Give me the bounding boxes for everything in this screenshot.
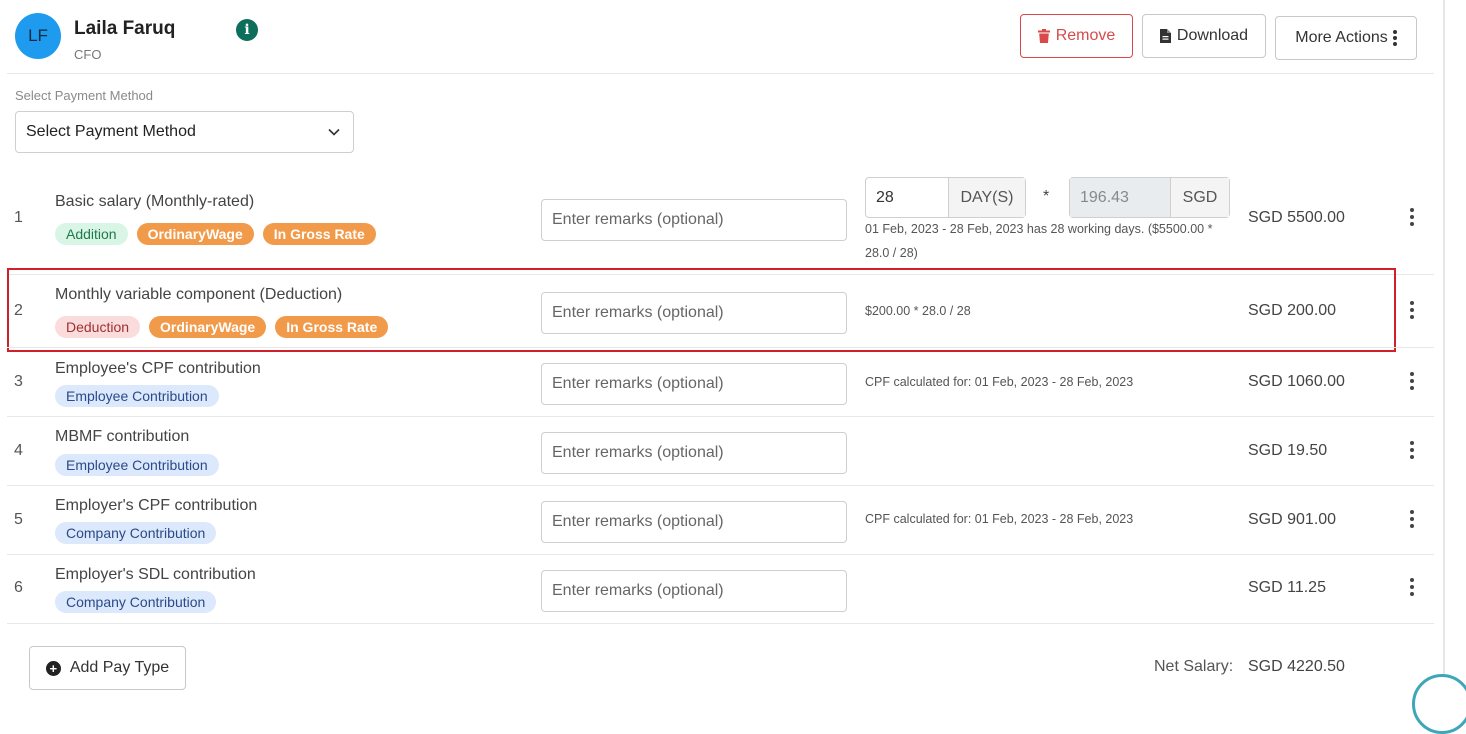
kebab-vertical-icon xyxy=(1392,30,1397,46)
pay-item-tags: Employee Contribution xyxy=(55,385,219,407)
help-widget-icon[interactable] xyxy=(1412,674,1466,734)
tag-employee-contribution: Employee Contribution xyxy=(55,385,219,407)
net-salary-label: Net Salary: xyxy=(1154,658,1234,675)
pay-item-tags: Addition OrdinaryWage In Gross Rate xyxy=(55,223,376,245)
plus-circle-icon: + xyxy=(45,660,61,676)
trash-icon xyxy=(1037,29,1050,43)
row-number: 3 xyxy=(14,373,23,390)
pay-item-name: Employer's CPF contribution xyxy=(55,497,258,514)
pay-item-name: Employer's SDL contribution xyxy=(55,566,256,583)
tag-company-contribution: Company Contribution xyxy=(55,591,217,613)
pay-item-amount: SGD 1060.00 xyxy=(1248,373,1345,390)
calculation-note: CPF calculated for: 01 Feb, 2023 - 28 Fe… xyxy=(865,512,1134,526)
remove-button[interactable]: Remove xyxy=(1020,14,1133,58)
remarks-input[interactable] xyxy=(541,363,847,405)
info-icon[interactable]: i xyxy=(236,19,258,41)
rate-unit: SGD xyxy=(1171,178,1229,217)
row-divider xyxy=(7,416,1434,417)
row-menu-button[interactable] xyxy=(1406,441,1418,459)
add-pay-type-label: Add Pay Type xyxy=(69,659,170,676)
calculation-note: CPF calculated for: 01 Feb, 2023 - 28 Fe… xyxy=(865,375,1134,389)
pay-item-tags: Company Contribution xyxy=(55,591,217,613)
calculation-note-line: 28.0 / 28) xyxy=(865,246,918,260)
remarks-input[interactable] xyxy=(541,432,847,474)
selected-row-highlight xyxy=(7,268,1396,352)
payment-method-value: Select Payment Method xyxy=(26,123,196,140)
row-number: 6 xyxy=(14,579,23,596)
row-divider xyxy=(7,623,1434,624)
pay-item-tags: Employee Contribution xyxy=(55,454,219,476)
add-pay-type-button[interactable]: + Add Pay Type xyxy=(29,646,186,690)
tag-employee-contribution: Employee Contribution xyxy=(55,454,219,476)
net-salary-value: SGD 4220.50 xyxy=(1248,658,1345,675)
download-button[interactable]: Download xyxy=(1142,14,1266,58)
remarks-input[interactable] xyxy=(541,199,847,241)
row-menu-button[interactable] xyxy=(1406,301,1418,319)
remove-label: Remove xyxy=(1055,27,1116,44)
days-input[interactable]: 28 xyxy=(866,178,949,217)
avatar: LF xyxy=(15,13,61,59)
pay-item-name: Basic salary (Monthly-rated) xyxy=(55,193,255,210)
pay-item-name: Employee's CPF contribution xyxy=(55,360,261,377)
row-divider xyxy=(7,554,1434,555)
calculation-note-line: 01 Feb, 2023 - 28 Feb, 2023 has 28 worki… xyxy=(865,222,1213,236)
days-unit: DAY(S) xyxy=(949,178,1025,217)
remarks-input[interactable] xyxy=(541,570,847,612)
payment-method-select[interactable]: Select Payment Method xyxy=(15,111,354,153)
payment-method-label: Select Payment Method xyxy=(15,88,154,103)
panel-right-gutter xyxy=(1445,0,1466,696)
pay-item-name: MBMF contribution xyxy=(55,428,190,445)
row-divider xyxy=(7,347,1434,348)
employee-role: CFO xyxy=(74,47,102,62)
tag-in-gross-rate: In Gross Rate xyxy=(262,223,376,245)
tag-addition: Addition xyxy=(55,223,128,245)
pay-item-amount: SGD 11.25 xyxy=(1248,579,1326,596)
row-menu-button[interactable] xyxy=(1406,510,1418,528)
tag-ordinary-wage: OrdinaryWage xyxy=(136,223,254,245)
header-divider xyxy=(7,73,1434,74)
download-label: Download xyxy=(1176,27,1249,44)
employee-name: Laila Faruq xyxy=(74,18,176,39)
multiply-operator: * xyxy=(1043,188,1050,205)
row-number: 4 xyxy=(14,442,23,459)
more-actions-label: More Actions xyxy=(1295,29,1388,46)
more-actions-button[interactable]: More Actions xyxy=(1275,16,1417,60)
pdf-file-icon xyxy=(1159,29,1171,43)
row-menu-button[interactable] xyxy=(1406,372,1418,390)
row-divider xyxy=(7,485,1434,486)
remarks-input[interactable] xyxy=(541,501,847,543)
calculation-note: 01 Feb, 2023 - 28 Feb, 2023 has 28 worki… xyxy=(865,217,1212,265)
pay-item-tags: Company Contribution xyxy=(55,522,217,544)
rate-input-group: 196.43 SGD xyxy=(1069,177,1230,218)
row-menu-button[interactable] xyxy=(1406,578,1418,596)
row-number: 1 xyxy=(14,209,23,226)
pay-item-amount: SGD 5500.00 xyxy=(1248,209,1345,226)
tag-company-contribution: Company Contribution xyxy=(55,522,217,544)
days-input-group[interactable]: 28 DAY(S) xyxy=(865,177,1026,218)
rate-input: 196.43 xyxy=(1070,178,1171,217)
pay-item-amount: SGD 19.50 xyxy=(1248,442,1328,459)
row-number: 5 xyxy=(14,511,23,528)
row-menu-button[interactable] xyxy=(1406,208,1418,226)
pay-item-amount: SGD 901.00 xyxy=(1248,511,1337,528)
avatar-initials: LF xyxy=(28,26,48,45)
chevron-down-icon xyxy=(328,128,340,136)
